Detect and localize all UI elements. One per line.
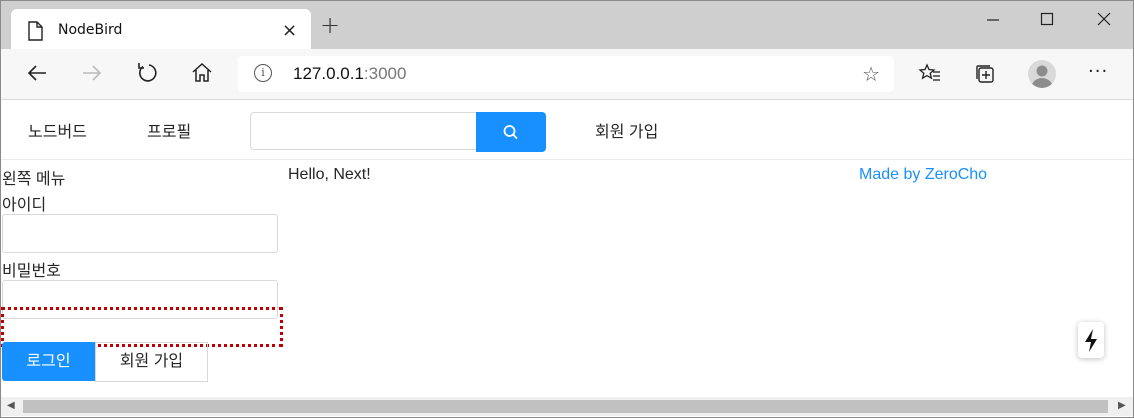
scrollbar-thumb[interactable]: [23, 400, 1108, 413]
id-input[interactable]: [2, 214, 278, 253]
search-input[interactable]: [250, 112, 476, 150]
password-label: 비밀번호: [2, 263, 61, 280]
profile-avatar[interactable]: [1028, 60, 1056, 88]
new-tab-button[interactable]: +: [320, 11, 340, 39]
lightning-icon[interactable]: [1078, 322, 1104, 358]
scroll-right-icon[interactable]: ▶: [1118, 400, 1126, 411]
menu-item-home[interactable]: 노드버드: [28, 118, 87, 142]
more-options-icon[interactable]: ···: [1088, 61, 1108, 82]
page-icon: [27, 21, 43, 45]
refresh-icon[interactable]: [134, 61, 160, 87]
url-host: 127.0.0.1: [293, 64, 364, 83]
favorite-star-icon[interactable]: ☆: [862, 62, 880, 86]
back-arrow-icon[interactable]: [24, 61, 50, 87]
horizontal-scrollbar[interactable]: ◀ ▶: [1, 397, 1133, 416]
signup-button[interactable]: 회원 가입: [95, 342, 208, 382]
top-menu: 노드버드 프로필 회원 가입: [1, 100, 1133, 160]
minimize-icon[interactable]: [978, 9, 1008, 35]
credit-link[interactable]: Made by ZeroCho: [859, 166, 987, 184]
login-button[interactable]: 로그인: [2, 342, 95, 381]
web-page: 노드버드 프로필 회원 가입 왼쪽 메뉴 아이디 비밀번호 로그인 회원 가입 …: [1, 100, 1133, 397]
title-bar: NodeBird × +: [1, 1, 1133, 51]
collections-icon[interactable]: [973, 62, 997, 86]
greeting-text: Hello, Next!: [288, 166, 371, 183]
address-bar[interactable]: i 127.0.0.1:3000 ☆: [238, 56, 894, 92]
close-window-icon[interactable]: [1089, 9, 1119, 35]
url-text: 127.0.0.1:3000: [293, 64, 406, 84]
menu-item-profile[interactable]: 프로필: [147, 118, 191, 142]
url-port: :3000: [363, 64, 407, 83]
home-icon[interactable]: [189, 61, 215, 87]
favorites-list-icon[interactable]: [918, 62, 942, 86]
search-button[interactable]: [476, 112, 546, 152]
browser-tab[interactable]: NodeBird ×: [11, 9, 311, 51]
maximize-icon[interactable]: [1032, 9, 1062, 35]
left-menu-title: 왼쪽 메뉴: [2, 171, 66, 188]
scroll-left-icon[interactable]: ◀: [7, 400, 15, 411]
close-tab-icon[interactable]: ×: [282, 20, 297, 41]
highlight-box: [1, 307, 283, 347]
search-icon: [503, 125, 518, 140]
info-icon[interactable]: i: [254, 64, 272, 82]
browser-toolbar: i 127.0.0.1:3000 ☆ ···: [1, 49, 1133, 100]
tab-title: NodeBird: [58, 22, 123, 38]
forward-arrow-icon[interactable]: [79, 61, 105, 87]
id-label: 아이디: [2, 197, 47, 214]
menu-item-signup[interactable]: 회원 가입: [595, 118, 658, 142]
